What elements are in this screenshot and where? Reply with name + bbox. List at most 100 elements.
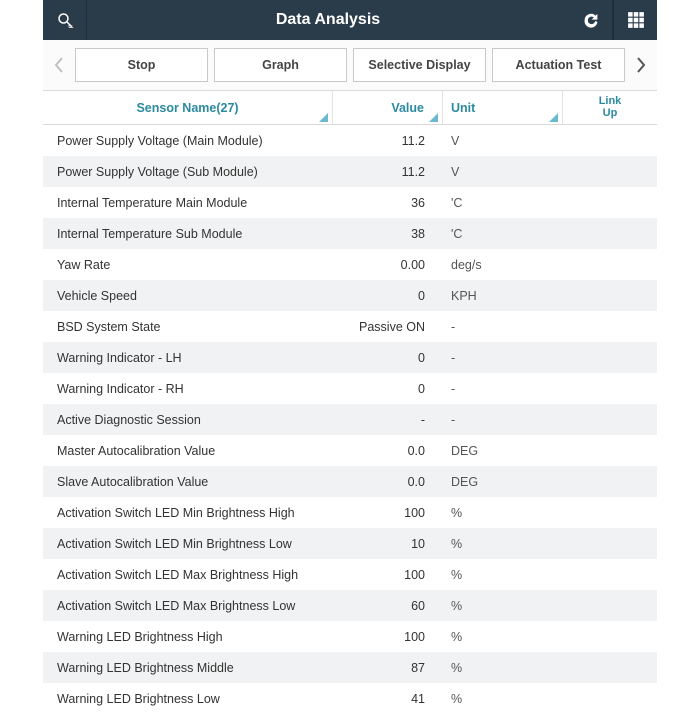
apps-button[interactable] [613,0,657,40]
sensor-value: 0.00 [333,258,443,272]
sensor-unit: V [443,165,563,179]
sensor-value: 10 [333,537,443,551]
sort-indicator-icon [319,113,328,122]
action-toolbar: Stop Graph Selective Display Actuation T… [43,40,657,91]
sensor-name: BSD System State [43,320,333,334]
sensor-unit: - [443,382,563,396]
sensor-value: 100 [333,568,443,582]
table-header: Sensor Name(27) Value Unit Link Up [43,91,657,125]
col-unit[interactable]: Unit [443,91,563,124]
table-row[interactable]: Slave Autocalibration Value0.0DEG [43,466,657,497]
sensor-unit: % [443,692,563,706]
table-row[interactable]: Power Supply Voltage (Sub Module)11.2V [43,156,657,187]
sensor-unit: % [443,568,563,582]
col-label: Up [603,108,618,120]
scroll-left-button[interactable] [49,49,69,81]
sensor-value: Passive ON [333,320,443,334]
graph-button[interactable]: Graph [214,48,347,82]
sensor-unit: DEG [443,475,563,489]
table-row[interactable]: Internal Temperature Main Module36'C [43,187,657,218]
table-row[interactable]: Warning LED Brightness Middle87% [43,652,657,683]
sensor-name: Master Autocalibration Value [43,444,333,458]
sensor-value: 60 [333,599,443,613]
col-label: Unit [451,101,475,115]
sensor-name: Warning LED Brightness Low [43,692,333,706]
selective-button[interactable]: Selective Display [353,48,486,82]
sensor-name: Warning Indicator - LH [43,351,333,365]
table-row[interactable]: Yaw Rate0.00deg/s [43,249,657,280]
search-icon [56,11,74,29]
sensor-value: 41 [333,692,443,706]
sensor-unit: % [443,506,563,520]
sensor-name: Active Diagnostic Session [43,413,333,427]
scroll-right-button[interactable] [631,49,651,81]
sensor-name: Yaw Rate [43,258,333,272]
table-row[interactable]: BSD System StatePassive ON- [43,311,657,342]
col-value[interactable]: Value [333,91,443,124]
grid-icon [627,11,645,29]
sensor-unit: deg/s [443,258,563,272]
col-sensor-name[interactable]: Sensor Name(27) [43,91,333,124]
table-row[interactable]: Activation Switch LED Max Brightness Hig… [43,559,657,590]
sensor-unit: 'C [443,227,563,241]
table-row[interactable]: Active Diagnostic Session-- [43,404,657,435]
sensor-value: 0 [333,351,443,365]
refresh-icon [582,11,600,29]
page-title: Data Analysis [87,0,569,40]
sensor-value: 0.0 [333,444,443,458]
sensor-unit: DEG [443,444,563,458]
sort-indicator-icon [429,113,438,122]
table-row[interactable]: Warning LED Brightness High100% [43,621,657,652]
chevron-right-icon [636,57,646,73]
actuation-button[interactable]: Actuation Test [492,48,625,82]
sensor-unit: - [443,320,563,334]
col-link-up[interactable]: Link Up [563,91,657,124]
sort-indicator-icon [549,113,558,122]
table-row[interactable]: Internal Temperature Sub Module38'C [43,218,657,249]
stop-button[interactable]: Stop [75,48,208,82]
search-button[interactable] [43,0,87,40]
sensor-value: 100 [333,630,443,644]
sensor-name: Internal Temperature Main Module [43,196,333,210]
sensor-value: 87 [333,661,443,675]
table-row[interactable]: Power Supply Voltage (Main Module)11.2V [43,125,657,156]
sensor-name: Power Supply Voltage (Sub Module) [43,165,333,179]
sensor-value: 36 [333,196,443,210]
col-label: Link [599,96,622,108]
sensor-unit: - [443,351,563,365]
chevron-left-icon [54,57,64,73]
table-row[interactable]: Warning LED Brightness Low41% [43,683,657,714]
sensor-value: 11.2 [333,134,443,148]
sensor-value: 38 [333,227,443,241]
table-row[interactable]: Vehicle Speed0KPH [43,280,657,311]
sensor-name: Vehicle Speed [43,289,333,303]
title-bar: Data Analysis [43,0,657,40]
table-row[interactable]: Master Autocalibration Value0.0DEG [43,435,657,466]
sensor-unit: % [443,537,563,551]
sensor-name: Warning LED Brightness High [43,630,333,644]
table-row[interactable]: Warning Indicator - LH0- [43,342,657,373]
sensor-unit: - [443,413,563,427]
table-body: Power Supply Voltage (Main Module)11.2VP… [43,125,657,714]
table-row[interactable]: Activation Switch LED Max Brightness Low… [43,590,657,621]
col-label: Value [391,101,424,115]
sensor-name: Activation Switch LED Max Brightness Hig… [43,568,333,582]
sensor-name: Warning LED Brightness Middle [43,661,333,675]
sensor-value: 11.2 [333,165,443,179]
sensor-name: Power Supply Voltage (Main Module) [43,134,333,148]
sensor-unit: V [443,134,563,148]
table-row[interactable]: Activation Switch LED Min Brightness Low… [43,528,657,559]
table-row[interactable]: Activation Switch LED Min Brightness Hig… [43,497,657,528]
col-label: Sensor Name(27) [136,101,238,115]
sensor-value: 0.0 [333,475,443,489]
sensor-unit: % [443,630,563,644]
sensor-value: - [333,413,443,427]
sensor-value: 0 [333,289,443,303]
sensor-table: Sensor Name(27) Value Unit Link Up Power… [43,91,657,714]
sensor-unit: % [443,599,563,613]
sensor-name: Activation Switch LED Min Brightness Low [43,537,333,551]
sensor-name: Slave Autocalibration Value [43,475,333,489]
table-row[interactable]: Warning Indicator - RH0- [43,373,657,404]
refresh-button[interactable] [569,0,613,40]
sensor-value: 0 [333,382,443,396]
